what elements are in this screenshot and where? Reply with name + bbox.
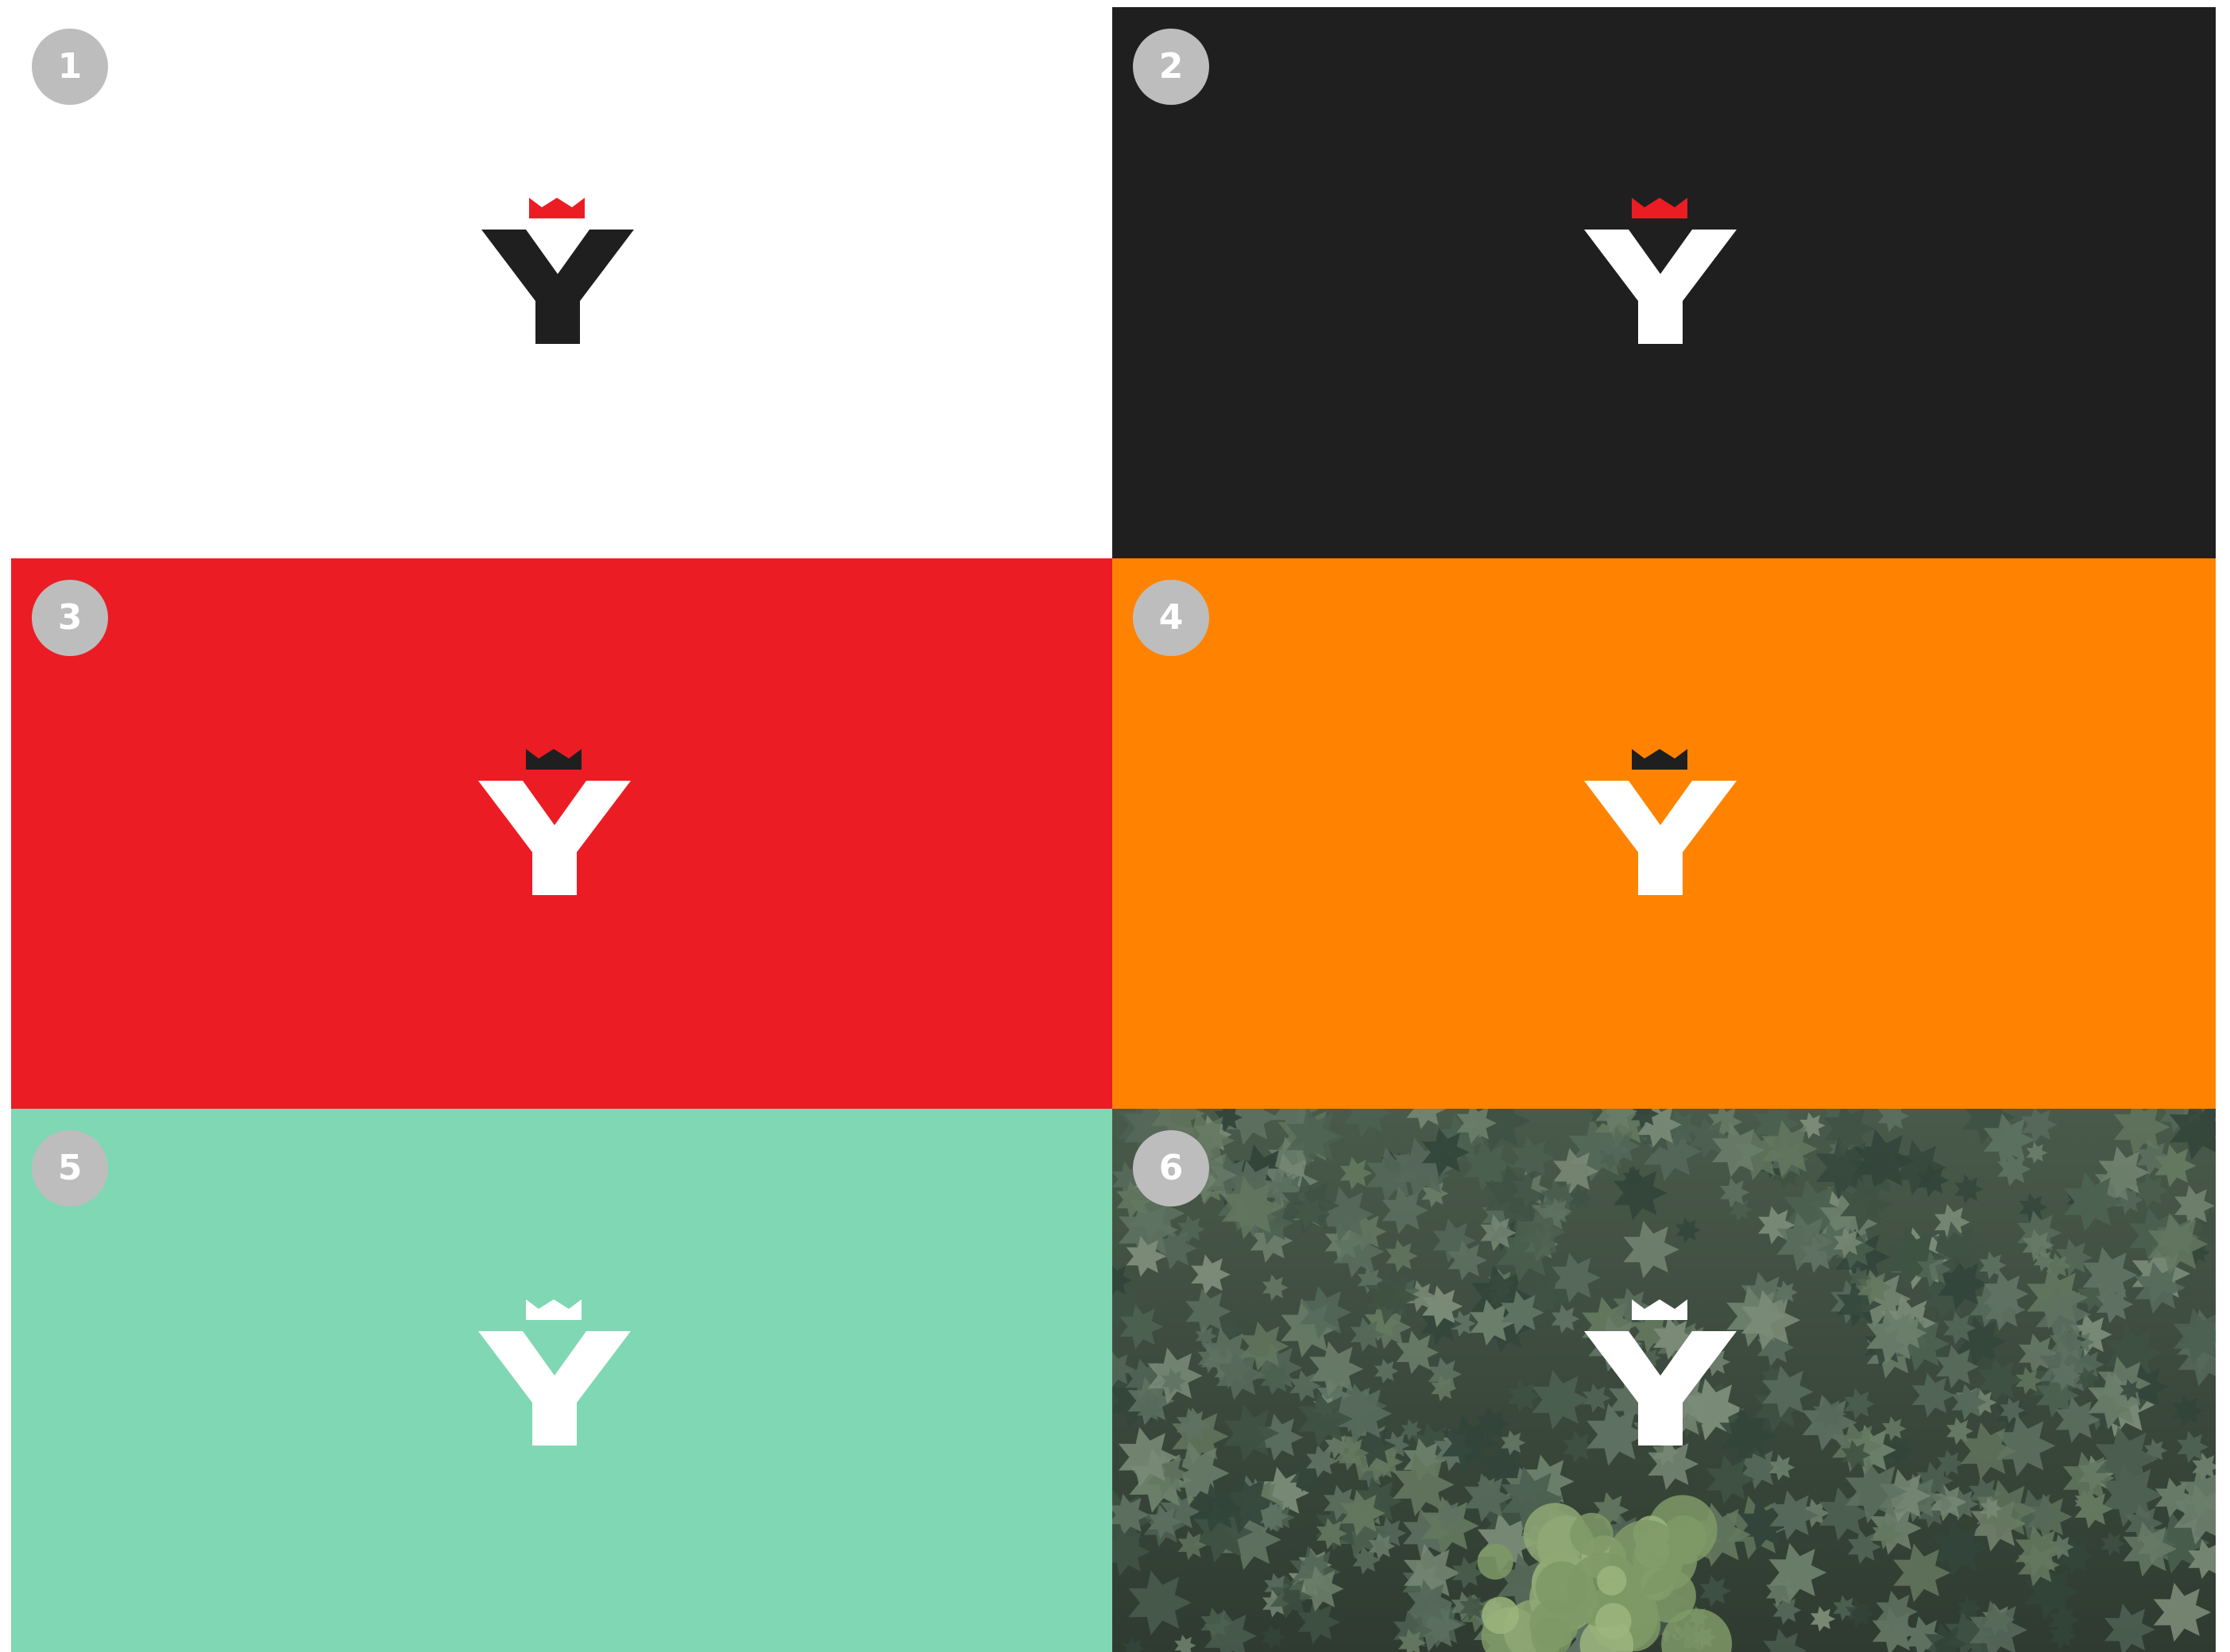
logo-panel-1: 1 [11, 7, 1112, 558]
crowned-y-logo-icon [478, 749, 631, 895]
logo-variations-grid: 1 2 3 4 5 6 [0, 0, 2230, 1652]
crown-icon [1632, 749, 1687, 770]
tree-crown [1597, 1565, 1627, 1596]
y-letter-icon [481, 230, 634, 344]
logo-panel-3: 3 [11, 558, 1112, 1109]
crowned-y-logo-icon [481, 198, 634, 344]
tree-crown [1594, 1603, 1632, 1639]
panel-number-badge: 2 [1133, 29, 1209, 105]
logo-panel-2: 2 [1112, 7, 2216, 558]
logo-panel-4: 4 [1112, 558, 2216, 1109]
y-letter-icon [478, 781, 631, 895]
panel-number-badge: 5 [32, 1130, 108, 1206]
panel-number-badge: 1 [32, 29, 108, 105]
crowned-y-logo-icon [1584, 1299, 1737, 1446]
logo-panel-6: 6 [1112, 1109, 2216, 1652]
y-letter-icon [1584, 781, 1737, 895]
crown-icon [1632, 198, 1687, 218]
crowned-y-logo-icon [1584, 749, 1737, 895]
y-letter-icon [478, 1331, 631, 1446]
crown-icon [526, 1299, 582, 1320]
panel-number-badge: 4 [1133, 580, 1209, 656]
panel-number-badge: 3 [32, 580, 108, 656]
tree-crown [1477, 1543, 1513, 1580]
crown-icon [526, 749, 582, 770]
crown-icon [1632, 1299, 1687, 1320]
tree-crown [1570, 1512, 1614, 1557]
crowned-y-logo-icon [478, 1299, 631, 1446]
crown-icon [529, 198, 585, 218]
panel-number-badge: 6 [1133, 1130, 1209, 1206]
logo-panel-5: 5 [11, 1109, 1112, 1652]
y-letter-icon [1584, 230, 1737, 344]
crowned-y-logo-icon [1584, 198, 1737, 344]
y-letter-icon [1584, 1331, 1737, 1446]
tree-crown [1482, 1596, 1520, 1635]
